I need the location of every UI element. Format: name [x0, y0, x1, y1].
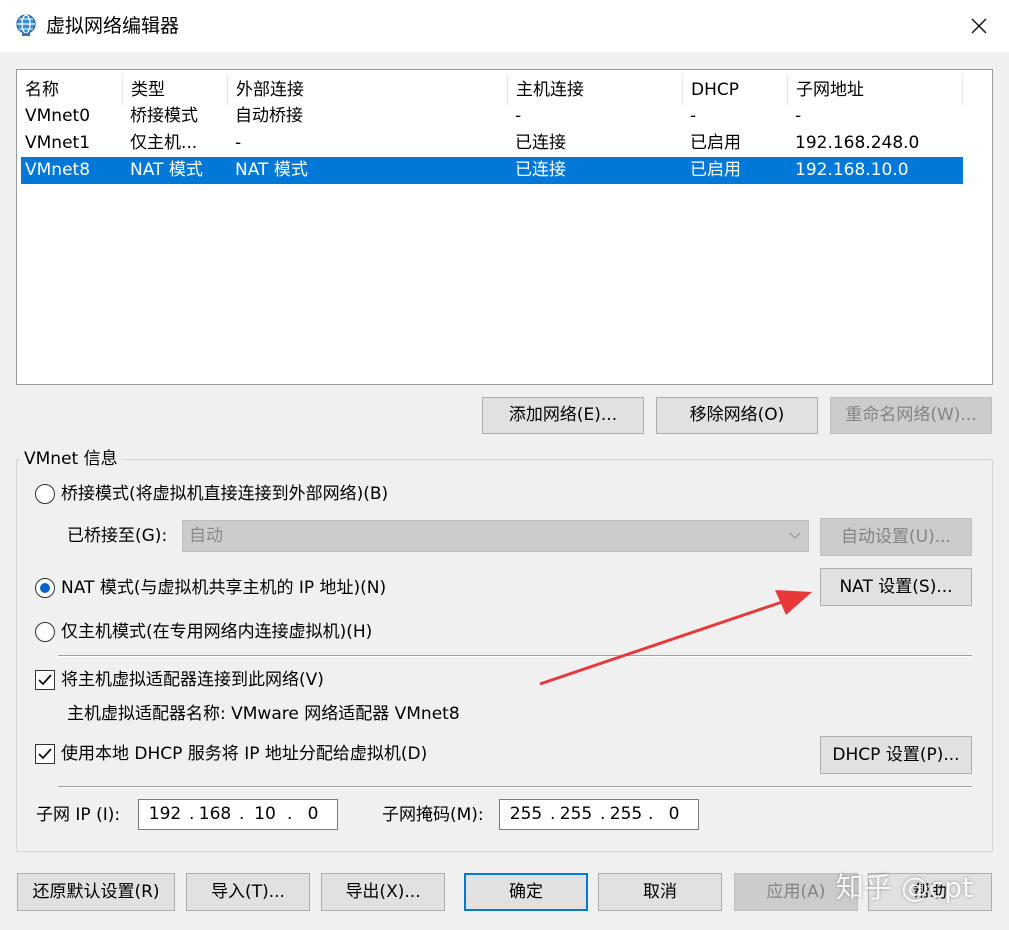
column-header-host[interactable]: 主机连接: [508, 75, 683, 105]
cell-name: VMnet8: [25, 160, 91, 180]
cell-type: NAT 模式: [130, 160, 203, 180]
connect-adapter-label[interactable]: 将主机虚拟适配器连接到此网络(V): [61, 667, 324, 693]
cell-dhcp: -: [690, 106, 697, 126]
adapter-name-text: 主机虚拟适配器名称: VMware 网络适配器 VMnet8: [67, 704, 460, 724]
table-row-selected[interactable]: VMnet8 NAT 模式 NAT 模式 已连接 已启用 192.168.10.…: [21, 157, 963, 184]
table-row[interactable]: VMnet1 仅主机... - 已连接 已启用 192.168.248.0: [21, 130, 963, 157]
mask-octet[interactable]: 255: [556, 800, 596, 829]
cancel-button[interactable]: 取消: [598, 873, 722, 911]
cell-name: VMnet1: [25, 133, 91, 153]
connect-adapter-checkbox[interactable]: [35, 670, 55, 690]
mask-dot: .: [600, 804, 606, 824]
subnet-ip-label: 子网 IP (I):: [36, 805, 121, 825]
bridged-mode-radio[interactable]: [35, 484, 55, 504]
bridged-to-value: 自动: [189, 526, 223, 546]
cell-external: -: [235, 133, 242, 153]
divider: [58, 786, 972, 788]
watermark: 知乎 @cpt: [836, 871, 974, 904]
checkmark-icon: [38, 674, 52, 686]
auto-settings-button[interactable]: 自动设置(U)...: [820, 518, 972, 556]
column-header-dhcp[interactable]: DHCP: [683, 75, 788, 105]
close-button[interactable]: [956, 7, 1002, 45]
ip-octet[interactable]: 10: [245, 800, 285, 829]
cell-type: 仅主机...: [130, 133, 198, 153]
divider: [58, 655, 972, 657]
host-only-radio[interactable]: [35, 622, 55, 642]
mask-octet[interactable]: 255: [506, 800, 546, 829]
bridged-to-select[interactable]: 自动: [182, 520, 809, 552]
close-icon: [971, 18, 987, 34]
cell-dhcp: 已启用: [690, 133, 741, 153]
mask-dot: .: [648, 804, 654, 824]
subnet-ip-input[interactable]: 192 . 168 . 10 . 0: [138, 799, 338, 830]
restore-defaults-button[interactable]: 还原默认设置(R): [17, 873, 175, 911]
ip-dot: .: [287, 804, 293, 824]
add-network-button[interactable]: 添加网络(E)...: [482, 397, 644, 434]
ip-octet[interactable]: 168: [195, 800, 235, 829]
network-list[interactable]: 名称 类型 外部连接 主机连接 DHCP 子网地址 VMnet0 桥接模式 自动…: [16, 69, 993, 385]
cell-subnet: -: [795, 106, 802, 126]
ip-octet[interactable]: 192: [145, 800, 185, 829]
table-row[interactable]: VMnet0 桥接模式 自动桥接 - - -: [21, 103, 963, 130]
globe-network-icon: [14, 13, 38, 37]
cell-external: 自动桥接: [235, 106, 303, 126]
nat-mode-label[interactable]: NAT 模式(与虚拟机共享主机的 IP 地址)(N): [61, 575, 386, 601]
checkmark-icon: [38, 748, 52, 760]
import-button[interactable]: 导入(T)...: [186, 873, 310, 911]
column-header-name[interactable]: 名称: [17, 75, 123, 105]
column-header-subnet[interactable]: 子网地址: [788, 75, 963, 105]
column-header-external[interactable]: 外部连接: [228, 75, 508, 105]
chevron-down-icon: [789, 532, 801, 539]
ip-octet[interactable]: 0: [293, 800, 333, 829]
bridged-to-label: 已桥接至(G):: [67, 526, 168, 546]
bridged-mode-label[interactable]: 桥接模式(将虚拟机直接连接到外部网络)(B): [61, 481, 388, 507]
mask-octet[interactable]: 255: [606, 800, 646, 829]
mask-octet[interactable]: 0: [654, 800, 694, 829]
cell-subnet: 192.168.10.0: [795, 160, 909, 180]
cell-host: 已连接: [515, 160, 566, 180]
cell-external: NAT 模式: [235, 160, 308, 180]
nat-mode-radio[interactable]: [35, 578, 55, 598]
use-dhcp-checkbox[interactable]: [35, 744, 55, 764]
cell-subnet: 192.168.248.0: [795, 133, 920, 153]
subnet-mask-label: 子网掩码(M):: [382, 805, 484, 825]
ip-dot: .: [189, 804, 195, 824]
host-only-label[interactable]: 仅主机模式(在专用网络内连接虚拟机)(H): [61, 619, 372, 645]
subnet-mask-input[interactable]: 255 . 255 . 255 . 0: [499, 799, 699, 830]
cell-dhcp: 已启用: [690, 160, 741, 180]
cell-host: -: [515, 106, 522, 126]
dhcp-settings-button[interactable]: DHCP 设置(P)...: [820, 736, 972, 774]
window-title: 虚拟网络编辑器: [46, 15, 180, 37]
column-header-type[interactable]: 类型: [123, 75, 228, 105]
use-dhcp-label[interactable]: 使用本地 DHCP 服务将 IP 地址分配给虚拟机(D): [61, 741, 427, 767]
ip-dot: .: [239, 804, 245, 824]
vmnet-info-title: VMnet 信息: [20, 447, 122, 471]
cell-type: 桥接模式: [130, 106, 198, 126]
ok-button[interactable]: 确定: [464, 873, 588, 911]
cell-name: VMnet0: [25, 106, 91, 126]
remove-network-button[interactable]: 移除网络(O): [656, 397, 818, 434]
rename-network-button[interactable]: 重命名网络(W)...: [830, 397, 992, 434]
mask-dot: .: [550, 804, 556, 824]
cell-host: 已连接: [515, 133, 566, 153]
nat-settings-button[interactable]: NAT 设置(S)...: [820, 568, 972, 606]
export-button[interactable]: 导出(X)...: [321, 873, 445, 911]
